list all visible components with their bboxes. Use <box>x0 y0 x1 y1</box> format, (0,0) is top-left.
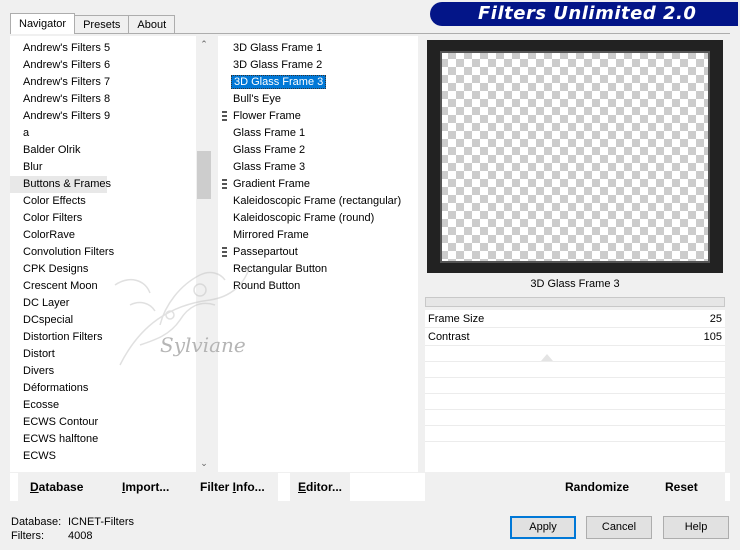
param-value: 105 <box>703 331 722 343</box>
database-label: atabase <box>38 480 84 494</box>
filter-item-label: Glass Frame 3 <box>233 161 306 173</box>
watermark-flourish-icon <box>114 264 251 366</box>
category-item[interactable]: a <box>10 125 212 142</box>
category-item[interactable]: Ecosse <box>10 397 212 414</box>
filter-item-label: Kaleidoscopic Frame (rectangular) <box>233 195 402 207</box>
database-button[interactable]: Database <box>18 473 114 501</box>
category-item[interactable]: Color Effects <box>10 193 212 210</box>
editor-label: ditor... <box>306 480 343 494</box>
category-item[interactable]: ECWS <box>10 448 212 465</box>
category-item[interactable]: Andrew's Filters 5 <box>10 40 212 57</box>
tab-presets[interactable]: Presets <box>74 15 130 34</box>
param-empty-row <box>425 426 725 442</box>
progress-bar <box>425 297 725 307</box>
watermark-text: Sylviane <box>160 333 246 357</box>
param-contrast[interactable]: Contrast 105 <box>425 328 725 346</box>
category-item[interactable]: Color Filters <box>10 210 212 227</box>
filter-item-label: Mirrored Frame <box>233 229 309 241</box>
filter-item[interactable]: Glass Frame 2 <box>218 142 418 159</box>
param-label: Contrast <box>428 331 470 343</box>
filter-item[interactable]: 3D Glass Frame 2 <box>218 57 418 74</box>
param-empty-row <box>425 346 725 362</box>
tab-bar: Navigator Presets About <box>10 13 176 34</box>
reset-button[interactable]: Reset <box>665 473 715 501</box>
database-status-value: ICNET-Filters <box>68 516 134 528</box>
action-bar: Database Import... Filter Info... Editor… <box>10 473 730 501</box>
chevron-up-icon[interactable]: ⌃ <box>196 36 212 53</box>
randomize-button[interactable]: Randomize <box>565 473 635 501</box>
category-item[interactable]: Andrew's Filters 9 <box>10 108 212 125</box>
filter-item[interactable]: 3D Glass Frame 3 <box>218 74 418 91</box>
filter-item[interactable]: Flower Frame <box>218 108 418 125</box>
param-label: Frame Size <box>428 313 485 325</box>
app-banner: Filters Unlimited 2.0 <box>430 2 738 26</box>
filter-item[interactable]: Kaleidoscopic Frame (rectangular) <box>218 193 418 210</box>
category-item[interactable]: ECWS Contour <box>10 414 212 431</box>
preview-frame <box>427 40 723 273</box>
category-item[interactable]: Andrew's Filters 6 <box>10 57 212 74</box>
filter-item-label: Glass Frame 2 <box>233 144 306 156</box>
filters-status-value: 4008 <box>68 530 93 542</box>
chevron-down-icon[interactable]: ⌄ <box>196 455 212 472</box>
category-item[interactable]: ECWS halftone <box>10 431 212 448</box>
filter-info-button[interactable]: Filter Info... <box>192 473 278 501</box>
database-status-label: Database: <box>11 516 62 528</box>
tab-navigator[interactable]: Navigator <box>10 13 76 34</box>
filter-item-label: 3D Glass Frame 2 <box>233 59 323 71</box>
param-frame-size[interactable]: Frame Size 25 <box>425 310 725 328</box>
filter-item-label: Flower Frame <box>233 110 301 122</box>
filter-item[interactable]: Glass Frame 1 <box>218 125 418 142</box>
filter-item-label: Glass Frame 1 <box>233 127 306 139</box>
param-empty-row <box>425 394 725 410</box>
param-empty-row <box>425 362 725 378</box>
filter-item-label: Bull's Eye <box>233 93 281 105</box>
tab-about[interactable]: About <box>128 15 176 34</box>
filter-item[interactable]: Mirrored Frame <box>218 227 418 244</box>
category-item[interactable]: Andrew's Filters 7 <box>10 74 212 91</box>
filter-item[interactable]: 3D Glass Frame 1 <box>218 40 418 57</box>
apply-button[interactable]: Apply <box>510 516 576 539</box>
filter-item[interactable]: Kaleidoscopic Frame (round) <box>218 210 418 227</box>
param-empty-row <box>425 410 725 426</box>
editor-button[interactable]: Editor... <box>290 473 350 501</box>
cancel-button[interactable]: Cancel <box>586 516 652 539</box>
category-item[interactable]: Blur <box>10 159 212 176</box>
parameter-panel: Frame Size 25 Contrast 105 <box>425 310 725 472</box>
preview-canvas <box>440 51 710 263</box>
filter-item-label: Gradient Frame <box>233 178 311 190</box>
filter-item-label: 3D Glass Frame 3 <box>231 75 327 89</box>
filter-item-label: 3D Glass Frame 1 <box>233 42 323 54</box>
filter-item[interactable]: Gradient Frame <box>218 176 418 193</box>
category-item[interactable]: Andrew's Filters 8 <box>10 91 212 108</box>
submenu-marker-icon <box>222 179 227 190</box>
category-item[interactable]: ColorRave <box>10 227 212 244</box>
filter-info-label: nfo... <box>236 480 265 494</box>
scroll-thumb[interactable] <box>197 151 211 199</box>
filter-item[interactable]: Glass Frame 3 <box>218 159 418 176</box>
category-item[interactable]: Balder Olrik <box>10 142 212 159</box>
editor-mnemonic: E <box>298 480 307 494</box>
param-value: 25 <box>709 313 722 325</box>
preview-label: 3D Glass Frame 3 <box>530 278 620 290</box>
filter-item[interactable]: Bull's Eye <box>218 91 418 108</box>
category-item[interactable]: Buttons & Frames <box>10 176 111 193</box>
status-area: Database: ICNET-Filters Filters: 4008 <box>11 515 134 543</box>
submenu-marker-icon <box>222 111 227 122</box>
tab-divider <box>10 33 730 34</box>
param-empty-row <box>425 378 725 394</box>
filter-info-prefix: Filter <box>200 480 233 494</box>
import-label: mport... <box>125 480 170 494</box>
filter-item-label: Kaleidoscopic Frame (round) <box>233 212 375 224</box>
help-button[interactable]: Help <box>663 516 729 539</box>
filters-status-label: Filters: <box>11 530 44 542</box>
import-button[interactable]: Import... <box>114 473 192 501</box>
database-mnemonic: D <box>30 480 39 494</box>
